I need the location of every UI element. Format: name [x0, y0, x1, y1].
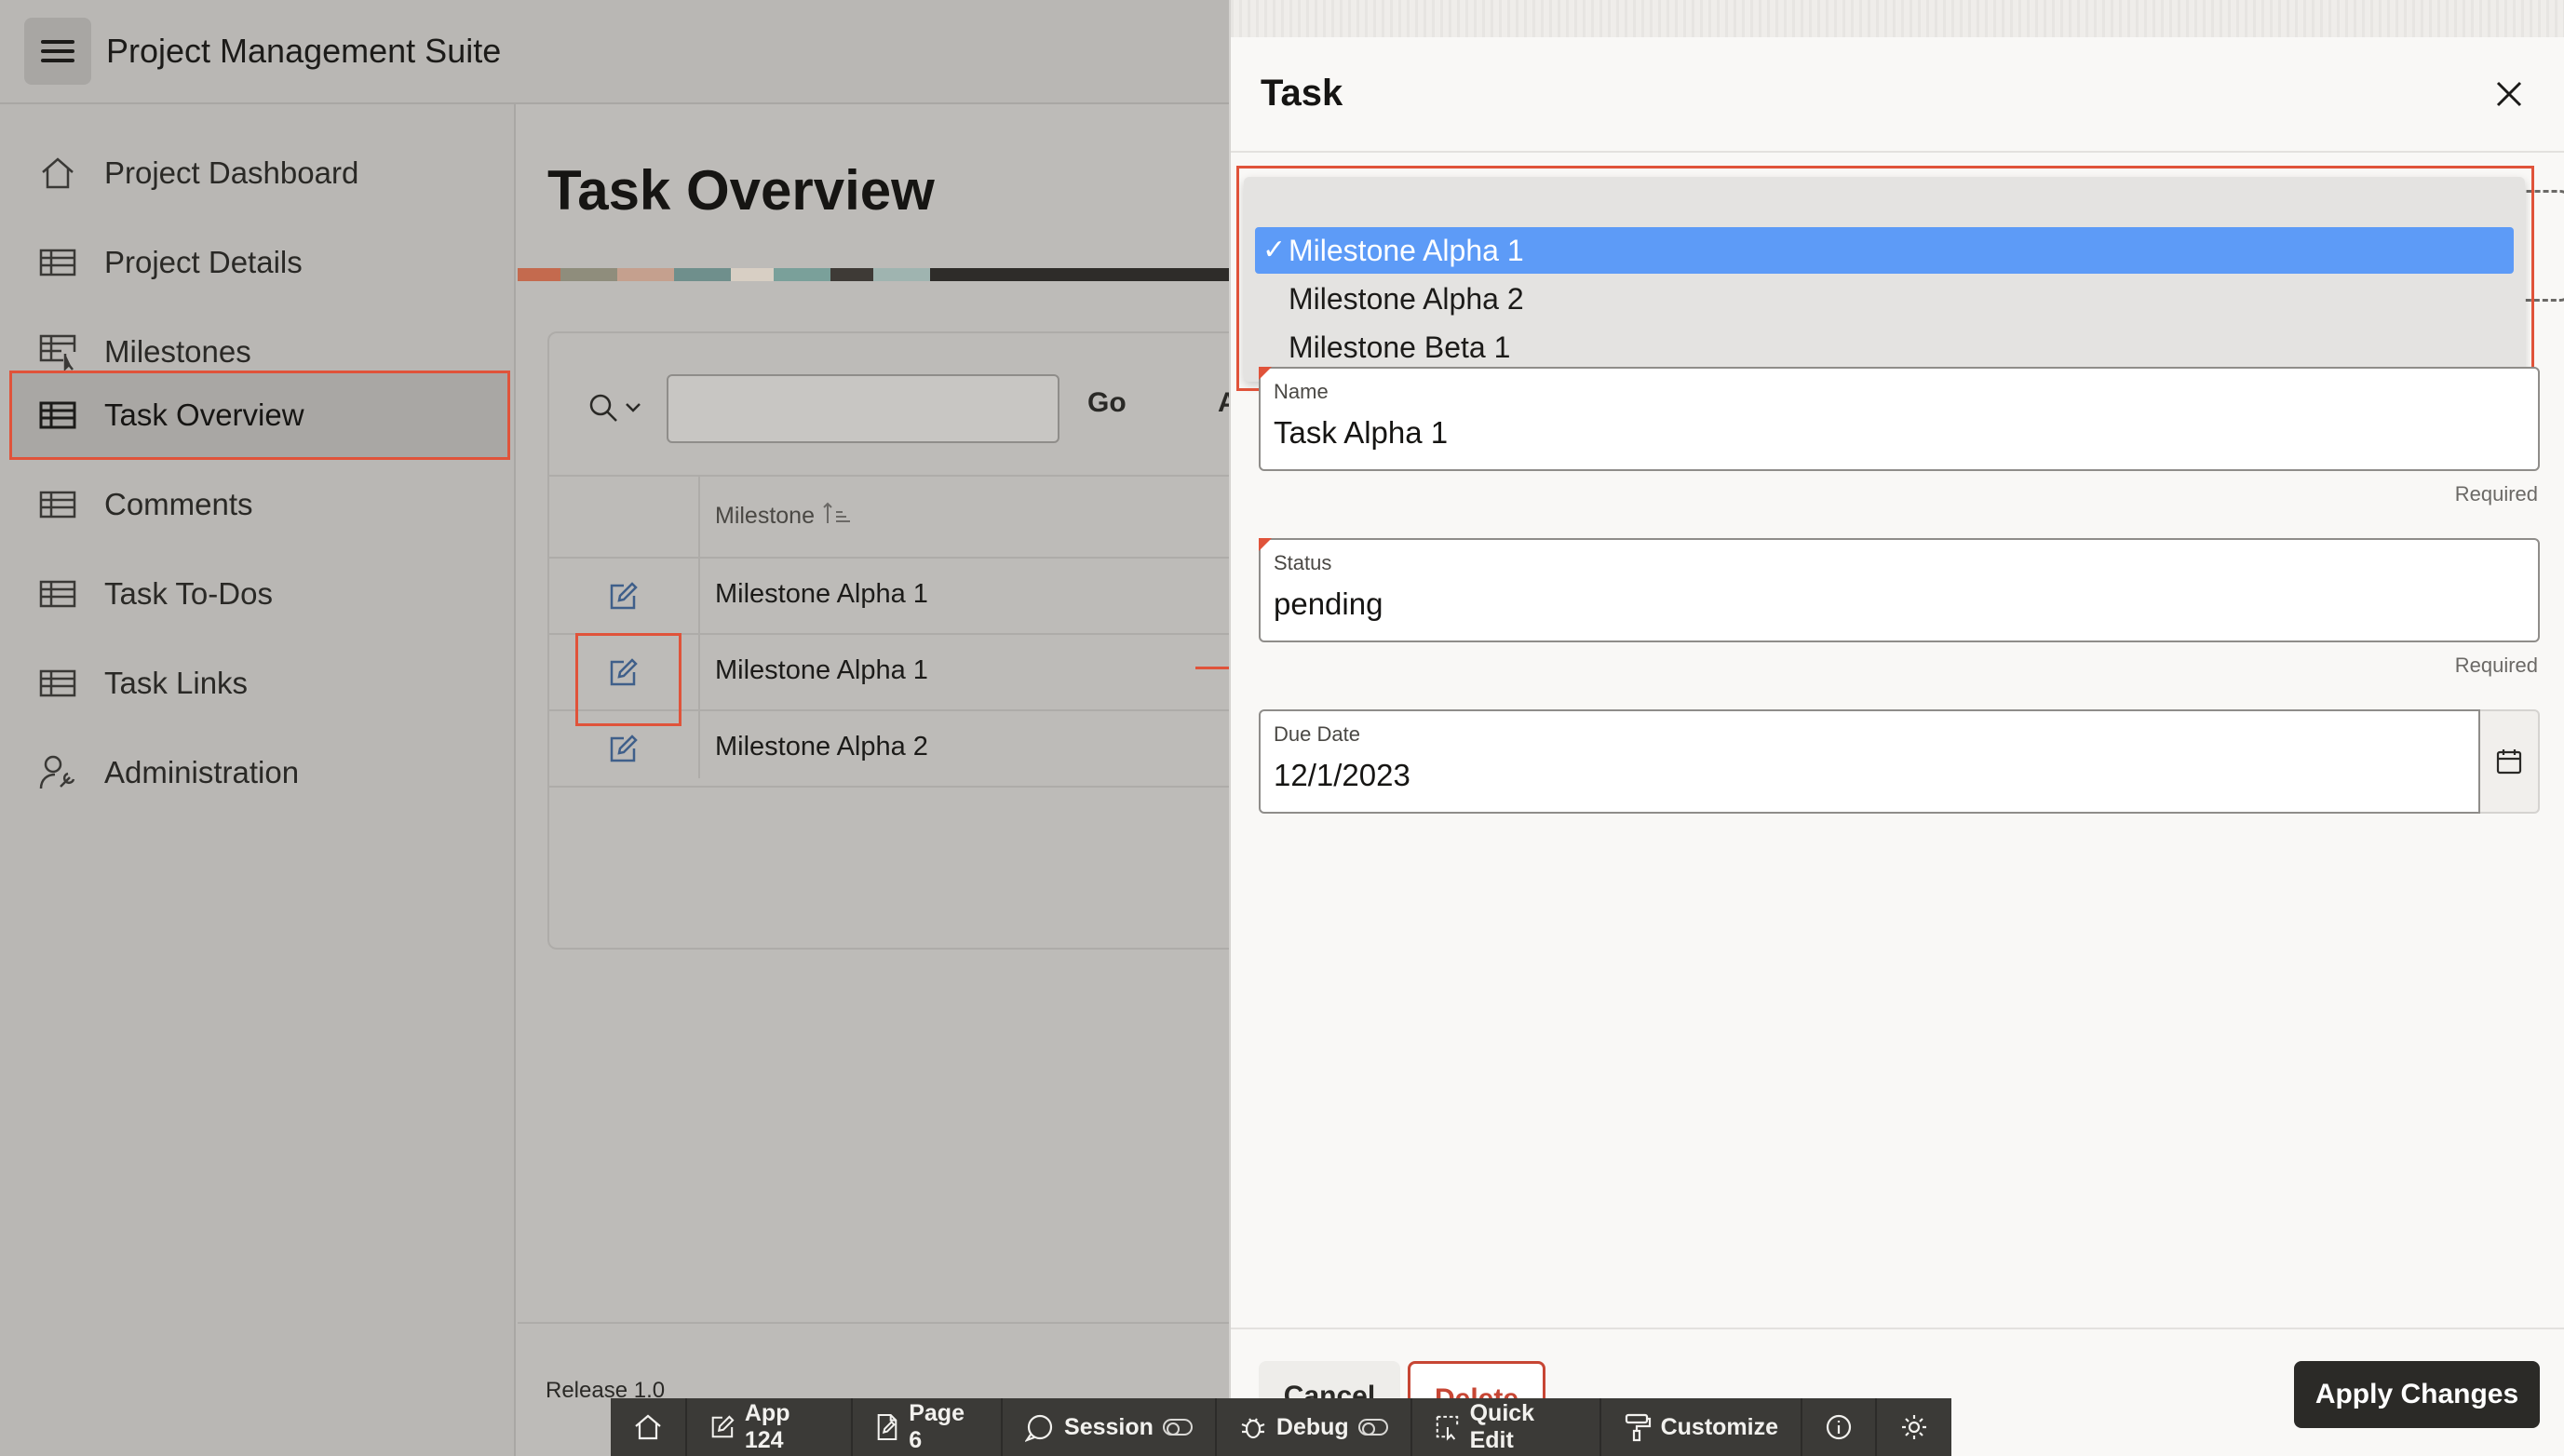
table-icon [37, 663, 78, 704]
dropdown-highlight-box [1236, 166, 2534, 391]
drawer-title: Task [1261, 73, 1343, 114]
due-date-field[interactable]: Due Date 12/1/2023 [1259, 709, 2480, 814]
sidebar-item-administration[interactable]: Administration [9, 728, 510, 817]
sidebar-item-label: Project Details [104, 245, 303, 279]
field-label: Due Date [1274, 722, 1360, 746]
dev-page-button[interactable]: Page 6 [853, 1398, 1004, 1456]
cell-milestone: Milestone Alpha 1 [715, 655, 928, 685]
close-icon [2496, 81, 2522, 107]
dev-settings-button[interactable] [1877, 1398, 1951, 1456]
cell-milestone: Milestone Alpha 1 [715, 579, 928, 609]
apply-changes-button[interactable]: Apply Changes [2294, 1361, 2540, 1428]
cell-milestone: Milestone Alpha 2 [715, 732, 928, 762]
required-text: Required [2454, 654, 2538, 677]
paint-roller-icon [1625, 1413, 1651, 1442]
interactive-report: Go A Milestone Milestone Alpha 1 Milesto… [547, 331, 1257, 950]
sidebar-item-label: Project Dashboard [104, 155, 359, 190]
info-icon [1826, 1414, 1852, 1440]
sidebar-item-task-todos[interactable]: Task To-Dos [9, 549, 510, 639]
edit-icon [711, 1415, 735, 1438]
page-banner [518, 268, 1229, 281]
search-icon [587, 392, 619, 428]
toggle-icon[interactable] [1162, 1419, 1193, 1436]
grid-header: Milestone [549, 475, 1257, 559]
edit-icon[interactable] [607, 734, 639, 765]
field-label: Name [1274, 380, 1329, 403]
date-picker-button[interactable] [2480, 709, 2540, 814]
edit-icon[interactable] [607, 581, 639, 613]
close-button[interactable] [2486, 71, 2532, 117]
table-row: Milestone Alpha 1 [549, 559, 1257, 635]
field-label: Status [1274, 551, 1332, 574]
dev-customize-button[interactable]: Customize [1601, 1398, 1802, 1456]
sidebar-item-project-dashboard[interactable]: Project Dashboard [9, 128, 510, 218]
sidebar-item-label: Comments [104, 487, 253, 521]
chevron-down-icon [625, 401, 641, 418]
dev-app-button[interactable]: App 124 [687, 1398, 854, 1456]
gear-icon [1902, 1415, 1926, 1439]
required-indicator [1259, 538, 1272, 551]
sidebar-item-task-links[interactable]: Task Links [9, 639, 510, 728]
sidebar-nav: Project Dashboard Project Details Milest… [0, 104, 516, 1456]
drawer-backdrop-edge [1231, 0, 2564, 37]
dev-debug-button[interactable]: Debug [1217, 1398, 1412, 1456]
toggle-icon[interactable] [1357, 1419, 1388, 1436]
drawer-footer-divider [1231, 1328, 2564, 1329]
table-icon [37, 484, 78, 525]
task-drawer: Task ✓ Milestone Alpha 1 Milestone Alpha… [1229, 0, 2564, 1456]
field-value: Task Alpha 1 [1274, 415, 1449, 450]
sidebar-item-task-overview[interactable]: Task Overview [9, 371, 510, 460]
sidebar-item-label: Milestones [104, 334, 251, 369]
required-indicator [1259, 367, 1272, 380]
session-icon [1025, 1414, 1053, 1442]
home-icon [37, 153, 78, 194]
user-wrench-icon [37, 752, 78, 793]
menu-toggle-button[interactable] [24, 18, 91, 85]
page-edit-icon [877, 1413, 897, 1441]
dev-home-button[interactable] [611, 1398, 687, 1456]
quick-edit-icon [1436, 1415, 1458, 1441]
drawer-header: Task [1231, 37, 2564, 153]
table-icon [37, 242, 78, 283]
sidebar-item-label: Task Overview [104, 398, 304, 432]
footer-divider [518, 1322, 1229, 1324]
field-value: pending [1274, 586, 1383, 621]
main-content: Task Overview Go A Milestone Milestone A… [518, 104, 1747, 1456]
search-column-button[interactable] [577, 382, 652, 438]
sidebar-item-project-details[interactable]: Project Details [9, 218, 510, 307]
app-title[interactable]: Project Management Suite [106, 32, 501, 71]
sidebar-item-label: Task Links [104, 666, 249, 700]
app-header: Project Management Suite [0, 0, 1229, 104]
sidebar-item-label: Task To-Dos [104, 576, 273, 611]
page-title: Task Overview [547, 159, 935, 222]
dev-info-button[interactable] [1802, 1398, 1877, 1456]
go-button[interactable]: Go [1087, 387, 1127, 419]
hamburger-icon [41, 40, 74, 44]
table-icon [37, 573, 78, 614]
field-value: 12/1/2023 [1274, 758, 1410, 792]
required-text: Required [2454, 482, 2538, 506]
bug-icon [1241, 1418, 1265, 1439]
table-icon [37, 395, 78, 436]
status-field[interactable]: Status pending [1259, 538, 2540, 642]
dev-session-button[interactable]: Session [1003, 1398, 1217, 1456]
name-field[interactable]: Name Task Alpha 1 [1259, 367, 2540, 471]
sidebar-item-comments[interactable]: Comments [9, 460, 510, 549]
edit-highlight-box [575, 633, 681, 726]
dev-quick-edit-button[interactable]: Quick Edit [1412, 1398, 1601, 1456]
search-input[interactable] [667, 374, 1059, 443]
home-icon [635, 1414, 661, 1440]
calendar-icon [2496, 749, 2522, 775]
column-header-milestone[interactable]: Milestone [715, 501, 852, 532]
developer-toolbar: App 124 Page 6 Session Debug Quick Edit … [611, 1398, 1951, 1456]
sidebar-item-label: Administration [104, 755, 300, 789]
sort-ascending-icon [822, 501, 852, 532]
table-pointer-icon [37, 331, 78, 372]
